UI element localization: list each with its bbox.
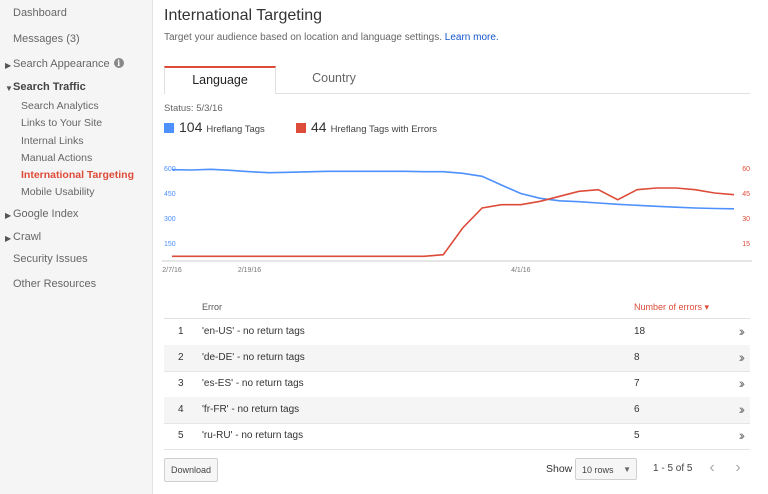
table-row[interactable]: 1 'en-US' - no return tags 18 ›› <box>164 319 750 346</box>
row-error: 'fr-FR' - no return tags <box>202 404 300 415</box>
tab-language[interactable]: Language <box>164 66 276 94</box>
caret-down-icon: ▼ <box>623 465 631 474</box>
nav-search-analytics[interactable]: Search Analytics <box>21 100 99 112</box>
rows-per-page-select[interactable]: 10 rows ▼ <box>575 458 637 480</box>
left-axis-tick-label: 150 <box>164 241 176 248</box>
nav-internal-links[interactable]: Internal Links <box>21 135 83 147</box>
double-chevron-right-icon[interactable]: ›› <box>739 349 746 365</box>
description-text: Target your audience based on location a… <box>164 32 442 43</box>
page-title: International Targeting <box>164 7 323 24</box>
column-header-number-of-errors[interactable]: Number of errors ▾ <box>634 302 709 313</box>
nav-international-targeting[interactable]: International Targeting <box>21 169 134 181</box>
row-count: 6 <box>634 404 640 415</box>
triangle-right-icon[interactable]: ▶ <box>5 211 11 220</box>
table-row[interactable]: 4 'fr-FR' - no return tags 6 ›› <box>164 397 750 424</box>
nav-google-index[interactable]: Google Index <box>13 208 78 220</box>
triangle-right-icon[interactable]: ▶ <box>5 234 11 243</box>
nav-security-issues[interactable]: Security Issues <box>13 253 88 265</box>
table-row[interactable]: 3 'es-ES' - no return tags 7 ›› <box>164 371 750 398</box>
x-axis-tick-label: 2/7/16 <box>162 267 182 274</box>
table-row[interactable]: 2 'de-DE' - no return tags 8 ›› <box>164 345 750 372</box>
row-count: 18 <box>634 326 646 337</box>
column-header-error[interactable]: Error <box>202 302 222 312</box>
right-axis-tick-label: 30 <box>742 216 750 223</box>
nav-other-resources[interactable]: Other Resources <box>13 278 96 290</box>
row-index: 5 <box>178 430 184 441</box>
left-axis-tick-label: 450 <box>164 191 176 198</box>
nav-search-traffic[interactable]: Search Traffic <box>13 81 86 93</box>
row-error: 'ru-RU' - no return tags <box>202 430 304 441</box>
download-button[interactable]: Download <box>164 458 218 482</box>
learn-more-link[interactable]: Learn more. <box>445 32 499 43</box>
main-content: International Targeting Target your audi… <box>154 0 768 494</box>
nav-messages[interactable]: Messages (3) <box>13 33 80 45</box>
row-index: 1 <box>178 326 184 337</box>
row-index: 2 <box>178 352 184 363</box>
x-axis-tick-label: 2/19/16 <box>238 267 261 274</box>
legend-label: Hreflang Tags with Errors <box>330 124 438 135</box>
rows-per-page-value: 10 rows <box>582 465 614 475</box>
legend-hreflang-errors[interactable]: 44 Hreflang Tags with Errors <box>296 119 437 137</box>
tab-country[interactable]: Country <box>278 66 390 93</box>
page-description: Target your audience based on location a… <box>164 32 499 43</box>
row-count: 5 <box>634 430 640 441</box>
tab-bar: Language Country <box>164 66 750 94</box>
status-date: Status: 5/3/16 <box>164 103 223 114</box>
nav-search-appearance-label: Search Appearance <box>13 58 110 70</box>
legend-label: Hreflang Tags <box>206 124 265 135</box>
series-line-hreflang-errors <box>172 187 735 258</box>
triangle-down-icon[interactable]: ▼ <box>5 84 13 93</box>
chevron-right-icon[interactable]: › <box>726 458 750 480</box>
legend-count: 44 <box>311 119 327 135</box>
row-count: 8 <box>634 352 640 363</box>
legend-count: 104 <box>179 119 203 135</box>
nav-mobile-usability[interactable]: Mobile Usability <box>21 186 95 198</box>
legend-swatch-red <box>296 123 306 133</box>
nav-dashboard[interactable]: Dashboard <box>13 7 67 19</box>
x-axis-tick-label: 4/1/16 <box>511 267 531 274</box>
legend-swatch-blue <box>164 123 174 133</box>
right-axis-tick-label: 60 <box>742 166 750 173</box>
chevron-left-icon[interactable]: ‹ <box>700 458 724 480</box>
show-label: Show <box>546 463 573 475</box>
triangle-right-icon[interactable]: ▶ <box>5 61 11 70</box>
row-index: 4 <box>178 404 184 415</box>
sidebar: Dashboard Messages (3) ▶ Search Appearan… <box>0 0 153 494</box>
row-error: 'en-US' - no return tags <box>202 326 305 337</box>
row-error: 'es-ES' - no return tags <box>202 378 304 389</box>
left-axis-tick-label: 300 <box>164 216 176 223</box>
right-axis-tick-label: 15 <box>742 241 750 248</box>
row-error: 'de-DE' - no return tags <box>202 352 305 363</box>
info-icon[interactable]: i <box>113 58 124 68</box>
nav-search-appearance[interactable]: Search Appearance i <box>13 58 124 70</box>
table-row[interactable]: 5 'ru-RU' - no return tags 5 ›› <box>164 423 750 450</box>
double-chevron-right-icon[interactable]: ›› <box>739 323 746 339</box>
pagination-info: 1 - 5 of 5 <box>653 463 693 474</box>
double-chevron-right-icon[interactable]: ›› <box>739 427 746 443</box>
nav-links-to-your-site[interactable]: Links to Your Site <box>21 117 102 129</box>
right-axis-tick-label: 45 <box>742 191 750 198</box>
nav-manual-actions[interactable]: Manual Actions <box>21 152 92 164</box>
row-index: 3 <box>178 378 184 389</box>
error-table-header: Error Number of errors ▾ <box>164 294 750 319</box>
hreflang-line-chart: 600450300150604530152/7/16 2/19/16 4/1/16 <box>162 166 752 274</box>
double-chevron-right-icon[interactable]: ›› <box>739 401 746 417</box>
nav-crawl[interactable]: Crawl <box>13 231 41 243</box>
double-chevron-right-icon[interactable]: ›› <box>739 375 746 391</box>
legend-hreflang-tags[interactable]: 104 Hreflang Tags <box>164 119 265 137</box>
row-count: 7 <box>634 378 640 389</box>
